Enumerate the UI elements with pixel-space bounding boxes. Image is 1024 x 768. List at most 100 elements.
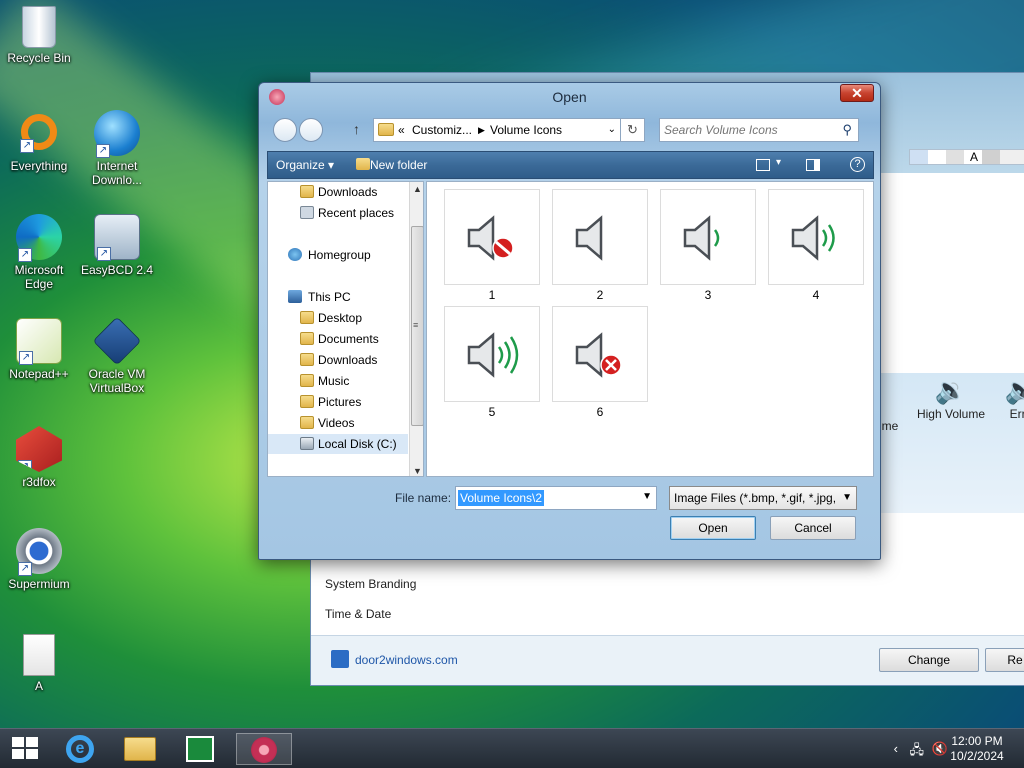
- forward-button[interactable]: [299, 118, 323, 142]
- file-name-value[interactable]: Volume Icons\2: [458, 490, 545, 506]
- text-document-icon: [23, 634, 55, 676]
- speaker-low-icon: [683, 215, 720, 261]
- file-type-dropdown-icon[interactable]: ▼: [842, 487, 852, 509]
- file-type-select[interactable]: Image Files (*.bmp, *.gif, *.jpg, ▼: [669, 486, 857, 510]
- speaker-high-icon: [467, 332, 519, 378]
- new-folder-button[interactable]: New folder: [370, 158, 427, 172]
- recycle-bin-icon: [22, 6, 56, 48]
- organize-button[interactable]: Organize ▾: [276, 158, 334, 172]
- nav-item-this-pc[interactable]: This PC: [268, 287, 408, 307]
- breadcrumb-volume-icons[interactable]: Volume Icons: [490, 119, 562, 141]
- speaker-error-icon: [575, 332, 622, 378]
- desktop-icon-everything[interactable]: ↗ Everything: [0, 110, 78, 173]
- scroll-up-icon[interactable]: ▲: [413, 184, 422, 194]
- window-footer: door2windows.com Change Re: [311, 635, 1024, 685]
- navigation-bar: ↑ « Customiz... ▶ Volume Icons ⌄ ↻ ⚲: [267, 115, 874, 145]
- volume-item-high[interactable]: 🔉 High Volume: [915, 373, 987, 421]
- address-bar[interactable]: « Customiz... ▶ Volume Icons ⌄: [373, 118, 621, 142]
- taskbar-internet-explorer[interactable]: e: [56, 733, 104, 765]
- taskbar-file-explorer[interactable]: [116, 733, 164, 765]
- supermium-icon: ↗: [16, 528, 62, 576]
- desktop-icon-recycle-bin[interactable]: Recycle Bin: [0, 6, 78, 65]
- up-arrow-icon[interactable]: ↑: [353, 121, 360, 137]
- taskbar-store[interactable]: [176, 733, 224, 765]
- nav-item-videos[interactable]: Videos: [268, 413, 408, 433]
- nav-item-downloads-pc[interactable]: Downloads: [268, 350, 408, 370]
- nav-item-local-disk-c[interactable]: Local Disk (C:): [268, 434, 408, 454]
- nav-item-homegroup[interactable]: Homegroup: [268, 245, 408, 265]
- desktop-icon-supermium[interactable]: ↗ Supermium: [0, 528, 78, 591]
- speaker-silent-icon: [575, 215, 603, 261]
- search-box[interactable]: ⚲: [659, 118, 859, 142]
- close-button[interactable]: ✕: [840, 84, 874, 102]
- notepad-plus-plus-icon: ↗: [16, 318, 62, 365]
- file-tile-5[interactable]: [444, 306, 540, 402]
- file-name-input[interactable]: Volume Icons\2 ▼: [455, 486, 657, 510]
- file-tile-2[interactable]: [552, 189, 648, 285]
- breadcrumb-separator-icon[interactable]: ▶: [478, 119, 485, 141]
- start-button[interactable]: [12, 737, 38, 759]
- customizer-gear-icon: [251, 737, 277, 763]
- folder-icon: [300, 185, 314, 198]
- taskbar: e ‹ 🖧 🔇 12:00 PM 10/2/2024: [0, 728, 1024, 768]
- computer-icon: [288, 290, 302, 303]
- file-tile-4[interactable]: [768, 189, 864, 285]
- search-icon[interactable]: ⚲: [842, 119, 852, 141]
- folder-icon: [300, 416, 314, 429]
- desktop-icon-internet-download-manager[interactable]: ↗ Internet Downlo...: [78, 110, 156, 187]
- desktop-icon-virtualbox[interactable]: Oracle VM VirtualBox: [78, 316, 156, 395]
- clock-date: 10/2/2024: [950, 749, 1004, 763]
- nav-item-downloads[interactable]: Downloads: [268, 182, 408, 202]
- help-icon[interactable]: ?: [850, 157, 865, 172]
- nav-item-music[interactable]: Music: [268, 371, 408, 391]
- refresh-button[interactable]: ↻: [621, 118, 645, 142]
- nav-pane-scrollbar[interactable]: ▲ ≡ ▼: [409, 182, 423, 476]
- change-view-icon[interactable]: [756, 159, 770, 171]
- file-name-dropdown-icon[interactable]: ▼: [642, 491, 652, 502]
- speaker-high-icon: 🔉: [934, 375, 968, 405]
- back-button[interactable]: [273, 118, 297, 142]
- open-button[interactable]: Open: [670, 516, 756, 540]
- everything-icon: ↗: [20, 114, 57, 153]
- system-clock[interactable]: 12:00 PM 10/2/2024: [942, 734, 1012, 764]
- address-overflow-chevron[interactable]: «: [398, 119, 405, 141]
- easybcd-computer-icon: ↗: [94, 214, 140, 261]
- nav-item-recent-places[interactable]: Recent places: [268, 203, 408, 223]
- file-label-6: 6: [596, 405, 604, 419]
- reset-button[interactable]: Re: [985, 648, 1024, 672]
- desktop-icon-notepad-plus-plus[interactable]: ↗ Notepad++: [0, 318, 78, 381]
- nav-item-pictures[interactable]: Pictures: [268, 392, 408, 412]
- desktop-icon-text-file-a[interactable]: A: [0, 634, 78, 693]
- folder-icon: [300, 353, 314, 366]
- file-tile-6[interactable]: [552, 306, 648, 402]
- breadcrumb-customizer[interactable]: Customiz...: [412, 119, 472, 141]
- file-tile-3[interactable]: [660, 189, 756, 285]
- taskbar-customizer-app[interactable]: [236, 733, 292, 765]
- navigation-pane: Downloads Recent places Homegroup This P…: [267, 181, 424, 477]
- desktop-icon-r3dfox[interactable]: ↗ r3dfox: [0, 426, 78, 489]
- volume-item-error[interactable]: 🔈 Erro: [1001, 373, 1024, 421]
- search-input[interactable]: [664, 121, 834, 139]
- tray-overflow-chevron[interactable]: ‹: [894, 741, 898, 756]
- change-button[interactable]: Change: [879, 648, 979, 672]
- nav-item-documents[interactable]: Documents: [268, 329, 408, 349]
- list-item-time-date[interactable]: Time & Date: [325, 607, 391, 621]
- desktop-icon-microsoft-edge[interactable]: ↗ Microsoft Edge: [0, 214, 78, 291]
- list-item-system-branding[interactable]: System Branding: [325, 577, 416, 591]
- network-icon[interactable]: 🖧: [910, 741, 925, 763]
- scroll-grip-icon: ≡: [413, 320, 419, 330]
- scroll-down-icon[interactable]: ▼: [413, 466, 422, 476]
- nav-item-desktop[interactable]: Desktop: [268, 308, 408, 328]
- desktop-icon-easybcd[interactable]: ↗ EasyBCD 2.4: [78, 214, 156, 277]
- file-tile-1[interactable]: [444, 189, 540, 285]
- file-list-pane: 1 2 3 4 5 6: [426, 181, 874, 477]
- dialog-footer: File name: Volume Icons\2 ▼ Image Files …: [267, 481, 874, 555]
- view-dropdown-icon[interactable]: ▾: [776, 157, 781, 168]
- brand-link[interactable]: door2windows.com: [355, 653, 458, 667]
- file-type-value: Image Files (*.bmp, *.gif, *.jpg,: [674, 491, 837, 505]
- drive-icon: [300, 437, 314, 450]
- preview-pane-icon[interactable]: [806, 159, 820, 171]
- clock-time: 12:00 PM: [951, 734, 1003, 748]
- address-dropdown-icon[interactable]: ⌄: [608, 119, 616, 141]
- cancel-button[interactable]: Cancel: [770, 516, 856, 540]
